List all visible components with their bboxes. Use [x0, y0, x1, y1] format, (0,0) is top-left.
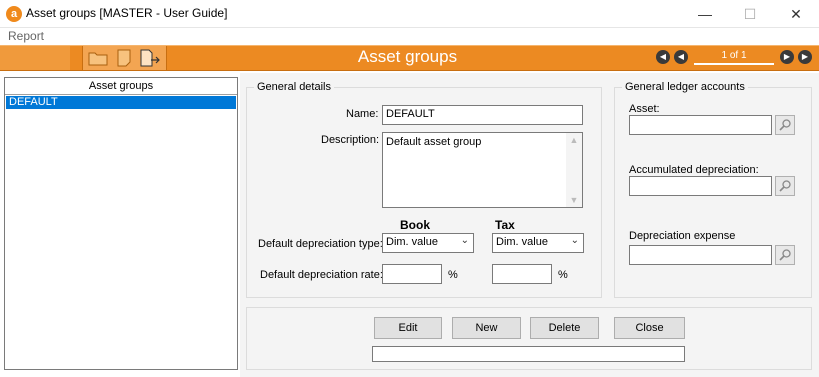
- accumulated-lookup-icon[interactable]: [775, 176, 795, 196]
- book-header: Book: [400, 218, 430, 232]
- book-percent-label: %: [448, 269, 458, 281]
- folder-icon[interactable]: [86, 48, 110, 68]
- previous-record-icon[interactable]: ◀: [674, 50, 688, 64]
- maximize-button[interactable]: ☐: [727, 0, 773, 28]
- last-record-icon[interactable]: ▶: [798, 50, 812, 64]
- expense-lookup-icon[interactable]: [775, 245, 795, 265]
- note-icon[interactable]: [112, 48, 136, 68]
- window-title: Asset groups [MASTER - User Guide]: [26, 6, 228, 20]
- tax-header: Tax: [495, 218, 515, 232]
- description-text: Default asset group: [386, 136, 482, 148]
- menu-bar: Report: [0, 28, 819, 45]
- record-position: 1 of 1: [721, 50, 747, 61]
- general-ledger-title: General ledger accounts: [622, 81, 748, 93]
- asset-groups-list: Asset groups DEFAULT: [4, 77, 238, 370]
- description-label: Description:: [321, 134, 380, 146]
- depreciation-expense-field[interactable]: [629, 245, 772, 265]
- book-depreciation-rate-field[interactable]: [382, 264, 442, 284]
- app-logo-icon: a: [6, 6, 22, 22]
- status-field: [372, 346, 685, 362]
- tax-percent-label: %: [558, 269, 568, 281]
- list-item[interactable]: DEFAULT: [6, 96, 236, 109]
- new-button[interactable]: New: [452, 317, 521, 339]
- chevron-down-icon: ⌄: [460, 235, 469, 246]
- title-bar: a Asset groups [MASTER - User Guide] — ☐…: [0, 0, 819, 28]
- book-type-value: Dim. value: [386, 236, 438, 248]
- minimize-button[interactable]: —: [682, 0, 728, 28]
- accumulated-depreciation-label: Accumulated depreciation:: [629, 164, 759, 176]
- accumulated-depreciation-field[interactable]: [629, 176, 772, 196]
- tax-type-value: Dim. value: [496, 236, 548, 248]
- depreciation-type-label: Default depreciation type:: [258, 238, 383, 250]
- chevron-down-icon: ⌄: [570, 235, 579, 246]
- description-field[interactable]: Default asset group ▲ ▼: [382, 132, 583, 208]
- close-button[interactable]: Close: [614, 317, 685, 339]
- toolbar: Asset groups ◀ ◀ 1 of 1 ▶ ▶: [0, 45, 819, 71]
- scroll-down-icon[interactable]: ▼: [566, 193, 582, 207]
- delete-button[interactable]: Delete: [530, 317, 599, 339]
- asset-lookup-icon[interactable]: [775, 115, 795, 135]
- asset-label: Asset:: [629, 103, 660, 115]
- export-icon[interactable]: [138, 48, 162, 68]
- description-scrollbar[interactable]: ▲ ▼: [566, 133, 582, 207]
- close-window-button[interactable]: ✕: [773, 0, 819, 28]
- record-navigator: ◀ ◀ 1 of 1 ▶ ▶: [652, 46, 812, 70]
- next-record-icon[interactable]: ▶: [780, 50, 794, 64]
- book-depreciation-type-select[interactable]: Dim. value ⌄: [382, 233, 474, 253]
- record-progress-bar: [694, 63, 774, 65]
- list-header: Asset groups: [5, 78, 237, 95]
- toolbar-grip: [0, 46, 70, 70]
- edit-button[interactable]: Edit: [374, 317, 442, 339]
- toolbar-icon-group: [82, 46, 167, 70]
- menu-report[interactable]: Report: [8, 29, 44, 43]
- name-field[interactable]: DEFAULT: [382, 105, 583, 125]
- depreciation-rate-label: Default depreciation rate:: [260, 269, 383, 281]
- first-record-icon[interactable]: ◀: [656, 50, 670, 64]
- tax-depreciation-type-select[interactable]: Dim. value ⌄: [492, 233, 584, 253]
- name-label: Name:: [346, 108, 379, 120]
- toolbar-title: Asset groups: [357, 47, 458, 66]
- scroll-up-icon[interactable]: ▲: [566, 133, 582, 147]
- tax-depreciation-rate-field[interactable]: [492, 264, 552, 284]
- asset-account-field[interactable]: [629, 115, 772, 135]
- depreciation-expense-label: Depreciation expense: [629, 230, 736, 242]
- general-details-title: General details: [254, 81, 334, 93]
